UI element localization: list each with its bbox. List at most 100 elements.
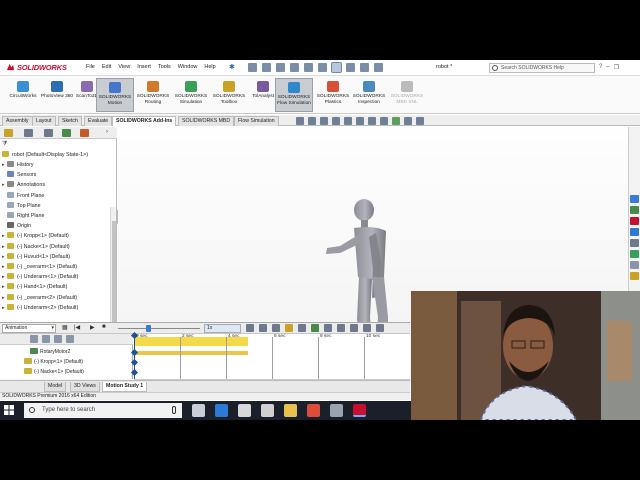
timeline[interactable]: 0 sec 2 sec 4 sec 6 sec 8 sec 10 sec (130, 331, 410, 379)
study-tab[interactable]: Motion Study 1 (102, 382, 148, 392)
filter-icon[interactable]: ⧩ (2, 141, 7, 148)
filter-driving-icon[interactable] (42, 335, 50, 343)
rebuild-icon[interactable] (346, 63, 355, 72)
configuration-tab-icon[interactable] (44, 129, 53, 137)
store-icon[interactable] (238, 404, 251, 417)
dynamic-annotation-icon[interactable] (344, 117, 352, 125)
help-question-icon[interactable]: ? (599, 64, 602, 71)
edge-icon[interactable] (215, 404, 228, 417)
chrome-icon[interactable] (307, 404, 320, 417)
command-button[interactable]: SOLIDWORKS Motion (96, 78, 134, 112)
edit-appearance-icon[interactable] (392, 117, 400, 125)
dimxpert-tab-icon[interactable] (62, 129, 71, 137)
tab[interactable]: Layout (32, 116, 56, 126)
previous-view-icon[interactable] (320, 117, 328, 125)
hide-show-items-icon[interactable] (380, 117, 388, 125)
play-icon[interactable]: ▶ (90, 324, 95, 331)
menu-tools[interactable]: Tools (158, 64, 171, 70)
app-circle-icon[interactable] (330, 404, 343, 417)
command-button[interactable]: SOLIDWORKS Toolbox (210, 78, 248, 112)
tab[interactable]: SOLIDWORKS Add-Ins (112, 116, 177, 126)
zoom-to-fit-icon[interactable] (296, 117, 304, 125)
open-icon[interactable] (262, 63, 271, 72)
microphone-icon[interactable] (172, 406, 176, 414)
restore-icon[interactable]: ❐ (614, 64, 619, 71)
solidworks-logo[interactable]: SOLIDWORKS (6, 63, 76, 74)
tree-item[interactable]: ▸ (-) _overarm<1> (Default) (2, 262, 77, 272)
resources-icon[interactable] (630, 195, 639, 203)
tree-item[interactable]: Top Plane (2, 201, 41, 211)
task-view-icon[interactable] (192, 404, 205, 417)
chevron-right-icon[interactable]: › (106, 129, 112, 137)
study-type-select[interactable]: Animation ▾ (2, 324, 56, 333)
add-key-icon[interactable] (298, 324, 306, 332)
undo-icon[interactable] (304, 63, 313, 72)
filter-selected-icon[interactable] (54, 335, 62, 343)
zoom-to-area-icon[interactable] (308, 117, 316, 125)
tree-item[interactable]: ▸ (-) Kropp<1> (Default) (2, 231, 69, 241)
save-icon[interactable] (276, 63, 285, 72)
stop-icon[interactable]: ■ (102, 324, 106, 330)
menu-window[interactable]: Window (178, 64, 198, 70)
study-tab[interactable]: 3D Views (70, 382, 100, 392)
pin-menu-icon[interactable]: ✱ (229, 63, 235, 71)
menu-insert[interactable]: Insert (137, 64, 151, 70)
motion-tree-row[interactable]: RotaryMotor2 (30, 347, 70, 357)
command-button[interactable]: CircuitWorks (4, 78, 42, 112)
motion-tree-row[interactable]: (-) Nacke<1> (Default) (24, 367, 84, 377)
custom-properties-icon[interactable] (630, 250, 639, 258)
taskbar-search-input[interactable]: Type here to search (24, 403, 182, 418)
feature-tree-tab-icon[interactable] (4, 129, 13, 137)
solidworks-icon[interactable] (353, 404, 366, 417)
gravity-icon[interactable] (350, 324, 358, 332)
apply-scene-icon[interactable] (404, 117, 412, 125)
tab[interactable]: Evaluate (84, 116, 113, 126)
new-document-icon[interactable] (248, 63, 257, 72)
print-icon[interactable] (290, 63, 299, 72)
command-button[interactable]: SOLIDWORKS Simulation (172, 78, 210, 112)
menu-view[interactable]: View (118, 64, 130, 70)
options-gear-icon[interactable] (374, 63, 383, 72)
minimize-icon[interactable]: – (606, 64, 609, 71)
play-from-start-icon[interactable]: |◀ (74, 324, 80, 331)
filter-results-icon[interactable] (66, 335, 74, 343)
tree-item[interactable]: ▸ (-) Underarm<1> (Default) (2, 272, 78, 282)
motion-study-properties-icon[interactable] (376, 324, 384, 332)
save-animation-icon[interactable] (259, 324, 267, 332)
view-orientation-icon[interactable] (356, 117, 364, 125)
tree-item[interactable]: Right Plane (2, 211, 44, 221)
playback-speed-select[interactable]: 1x (204, 324, 241, 333)
menu-file[interactable]: File (86, 64, 95, 70)
tree-item[interactable]: ▸ (-) Huvud<1> (Default) (2, 252, 70, 262)
motor-change-bar[interactable] (134, 351, 248, 355)
menu-edit[interactable]: Edit (102, 64, 111, 70)
autokey-icon[interactable] (285, 324, 293, 332)
tree-item[interactable]: ▸ History (2, 160, 33, 170)
file-explorer-pane-icon[interactable] (630, 217, 639, 225)
tree-item[interactable]: ▸ (-) Hand<1> (Default) (2, 282, 67, 292)
view-settings-icon[interactable] (416, 117, 424, 125)
tree-item[interactable]: ▸ (-) Nacke<1> (Default) (2, 242, 70, 252)
study-tab[interactable]: Model (44, 382, 67, 392)
tab[interactable]: Assembly (2, 116, 33, 126)
display-manager-tab-icon[interactable] (80, 129, 89, 137)
tree-item[interactable]: Sensors (2, 170, 36, 180)
motor-icon[interactable] (311, 324, 319, 332)
display-style-icon[interactable] (368, 117, 376, 125)
file-explorer-icon[interactable] (284, 404, 297, 417)
flow-simulation-pane-icon[interactable] (630, 272, 639, 280)
tree-item[interactable]: Front Plane (2, 191, 44, 201)
view-palette-icon[interactable] (630, 228, 639, 236)
tab[interactable]: Flow Simulation (234, 116, 279, 126)
playback-slider[interactable] (118, 325, 200, 332)
motion-tree-row[interactable]: (-) Kropp<1> (Default) (24, 357, 83, 367)
animation-wizard-icon[interactable] (272, 324, 280, 332)
select-icon[interactable] (331, 62, 342, 73)
playback-mode-icon[interactable] (246, 324, 254, 332)
help-search-input[interactable]: Search SOLIDWORKS Help (489, 63, 595, 73)
tree-item[interactable]: ▸ Annotations (2, 180, 45, 190)
file-properties-icon[interactable] (360, 63, 369, 72)
playback-slider-thumb[interactable] (146, 325, 151, 332)
spring-icon[interactable] (324, 324, 332, 332)
command-button[interactable]: SOLIDWORKS Routing (134, 78, 172, 112)
